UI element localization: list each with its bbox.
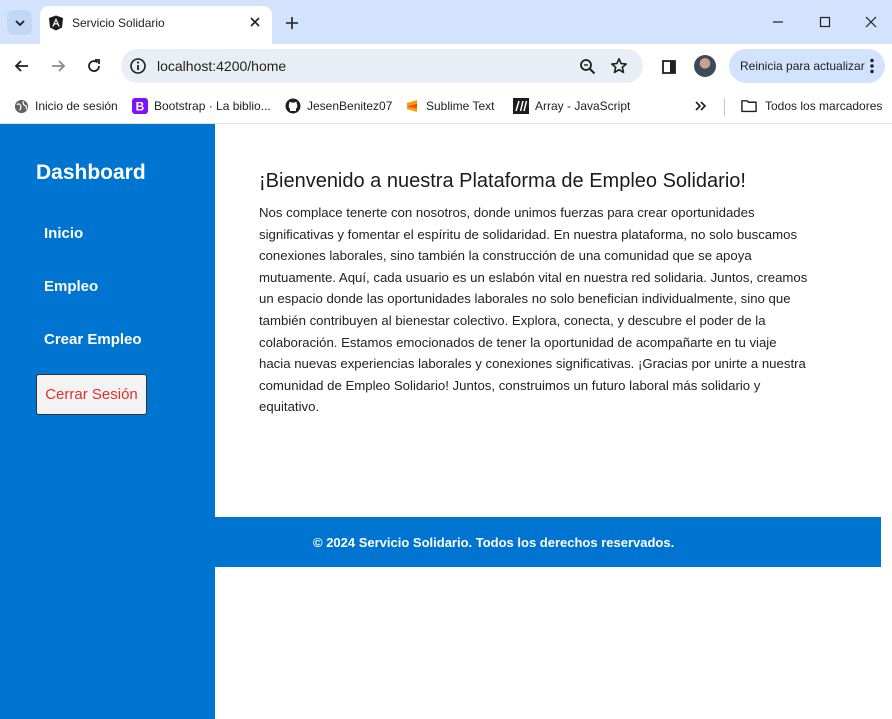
paragraph-line: conexiones laborales, sino también la co… bbox=[259, 248, 752, 264]
angular-icon bbox=[49, 15, 63, 31]
bookmark-star-button[interactable] bbox=[609, 56, 629, 76]
arrow-left-icon bbox=[14, 60, 28, 72]
paragraph-line: Nos complace tenerte con nosotros, donde… bbox=[259, 205, 755, 220]
arrow-right-icon bbox=[52, 60, 66, 72]
back-button[interactable] bbox=[9, 53, 35, 79]
bookmark-label: Sublime Text bbox=[426, 99, 495, 113]
sidebar-link-inicio[interactable]: Inicio bbox=[44, 225, 83, 242]
paragraph-line: equitativo. bbox=[259, 399, 320, 415]
paragraph-line: significativas y fomentar el espíritu de… bbox=[259, 226, 798, 242]
page-content: Dashboard Inicio Empleo Crear Empleo Cer… bbox=[0, 124, 892, 719]
plus-icon bbox=[286, 17, 298, 29]
paragraph-line: comunidad de Empleo Solidario! Juntos, c… bbox=[259, 377, 761, 393]
bookmarks-overflow-button[interactable] bbox=[694, 95, 708, 117]
all-bookmarks-button[interactable]: Todos los marcadores bbox=[741, 95, 882, 117]
maximize-button[interactable] bbox=[810, 8, 840, 36]
github-icon bbox=[285, 98, 301, 114]
bookmark-label: JesenBenitez07 bbox=[307, 99, 393, 113]
profile-avatar[interactable] bbox=[694, 55, 716, 77]
welcome-paragraph: Nos complace tenerte con nosotros, donde… bbox=[259, 202, 849, 418]
paragraph-line: un espacio donde las oportunidades labor… bbox=[259, 291, 791, 307]
paragraph-line: colaboración. Estamos emocionados de ten… bbox=[259, 334, 777, 350]
side-panel-button[interactable] bbox=[658, 56, 680, 78]
new-tab-button[interactable] bbox=[281, 12, 303, 34]
more-menu-button[interactable] bbox=[865, 57, 879, 75]
tab-search-button[interactable] bbox=[7, 10, 32, 35]
mdn-icon bbox=[513, 98, 529, 114]
bookmarks-bar: Inicio de sesión B Bootstrap · La biblio… bbox=[0, 88, 892, 124]
minimize-button[interactable] bbox=[763, 8, 793, 36]
zoom-button[interactable] bbox=[577, 56, 597, 76]
reload-button[interactable] bbox=[81, 53, 107, 79]
tab-title: Servicio Solidario bbox=[72, 16, 165, 30]
forward-button[interactable] bbox=[45, 53, 71, 79]
sidebar: Dashboard Inicio Empleo Crear Empleo Cer… bbox=[0, 124, 215, 719]
paragraph-line: hacia nuevas experiencias laborales y co… bbox=[259, 356, 806, 372]
side-panel-icon bbox=[662, 60, 676, 74]
footer: © 2024 Servicio Solidario. Todos los der… bbox=[215, 517, 881, 567]
update-button-label: Reinicia para actualizar bbox=[740, 59, 865, 73]
page-title: ¡Bienvenido a nuestra Plataforma de Empl… bbox=[259, 170, 746, 192]
star-icon bbox=[611, 58, 627, 74]
more-vert-icon bbox=[870, 58, 874, 74]
sidebar-link-crear-empleo[interactable]: Crear Empleo bbox=[44, 331, 142, 348]
paragraph-line: mutuamente. Aquí, cada usuario es un esl… bbox=[259, 269, 808, 285]
logout-button[interactable]: Cerrar Sesión bbox=[36, 374, 147, 415]
bookmark-item[interactable]: JesenBenitez07 bbox=[285, 95, 392, 117]
close-window-button[interactable] bbox=[856, 8, 886, 36]
reload-icon bbox=[88, 59, 100, 72]
close-icon bbox=[250, 17, 260, 27]
double-chevron-right-icon bbox=[695, 101, 707, 111]
tab-close-button[interactable] bbox=[246, 13, 264, 31]
sidebar-link-empleo[interactable]: Empleo bbox=[44, 278, 98, 295]
footer-text: © 2024 Servicio Solidario. Todos los der… bbox=[313, 535, 675, 550]
sidebar-title: Dashboard bbox=[36, 161, 146, 184]
site-info-icon[interactable] bbox=[129, 57, 147, 75]
sublime-icon bbox=[404, 98, 420, 114]
url-text[interactable]: localhost:4200/home bbox=[157, 58, 286, 74]
bookmark-label: Inicio de sesión bbox=[35, 99, 118, 113]
all-bookmarks-label: Todos los marcadores bbox=[765, 99, 883, 113]
bookmark-item[interactable]: Sublime Text bbox=[404, 95, 494, 117]
bookmark-label: Bootstrap · La biblio... bbox=[154, 99, 271, 113]
bookmark-item[interactable]: B Bootstrap · La biblio... bbox=[132, 95, 271, 117]
minimize-icon bbox=[773, 21, 783, 23]
active-tab[interactable]: Servicio Solidario bbox=[40, 6, 272, 44]
paragraph-line: también contribuyen al bienestar colecti… bbox=[259, 312, 766, 328]
zoom-icon bbox=[579, 58, 595, 74]
bookmark-item[interactable]: Array - JavaScript bbox=[513, 95, 630, 117]
tab-strip: Servicio Solidario bbox=[0, 0, 892, 44]
bookmark-item[interactable]: Inicio de sesión bbox=[13, 95, 118, 117]
globe-icon bbox=[13, 98, 29, 114]
close-icon bbox=[865, 16, 877, 28]
address-bar[interactable]: localhost:4200/home bbox=[121, 49, 643, 83]
maximize-icon bbox=[819, 16, 831, 28]
bookmark-label: Array - JavaScript bbox=[535, 99, 631, 113]
bookmarks-divider bbox=[724, 98, 725, 116]
chevron-down-icon bbox=[14, 19, 25, 26]
folder-icon bbox=[741, 98, 757, 114]
browser-toolbar: localhost:4200/home Reinicia para actual… bbox=[0, 44, 892, 88]
svg-text:B: B bbox=[136, 100, 145, 114]
bootstrap-icon: B bbox=[132, 98, 148, 114]
update-button[interactable]: Reinicia para actualizar bbox=[729, 49, 885, 83]
